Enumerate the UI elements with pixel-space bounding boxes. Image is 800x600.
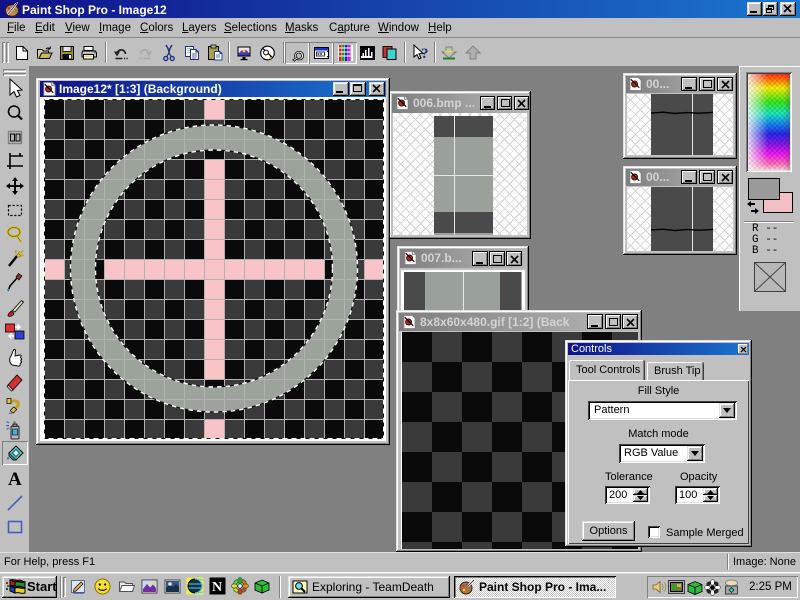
svg-text:N: N <box>212 580 222 595</box>
svg-text:?: ? <box>421 46 429 62</box>
svg-text:A: A <box>8 469 22 489</box>
